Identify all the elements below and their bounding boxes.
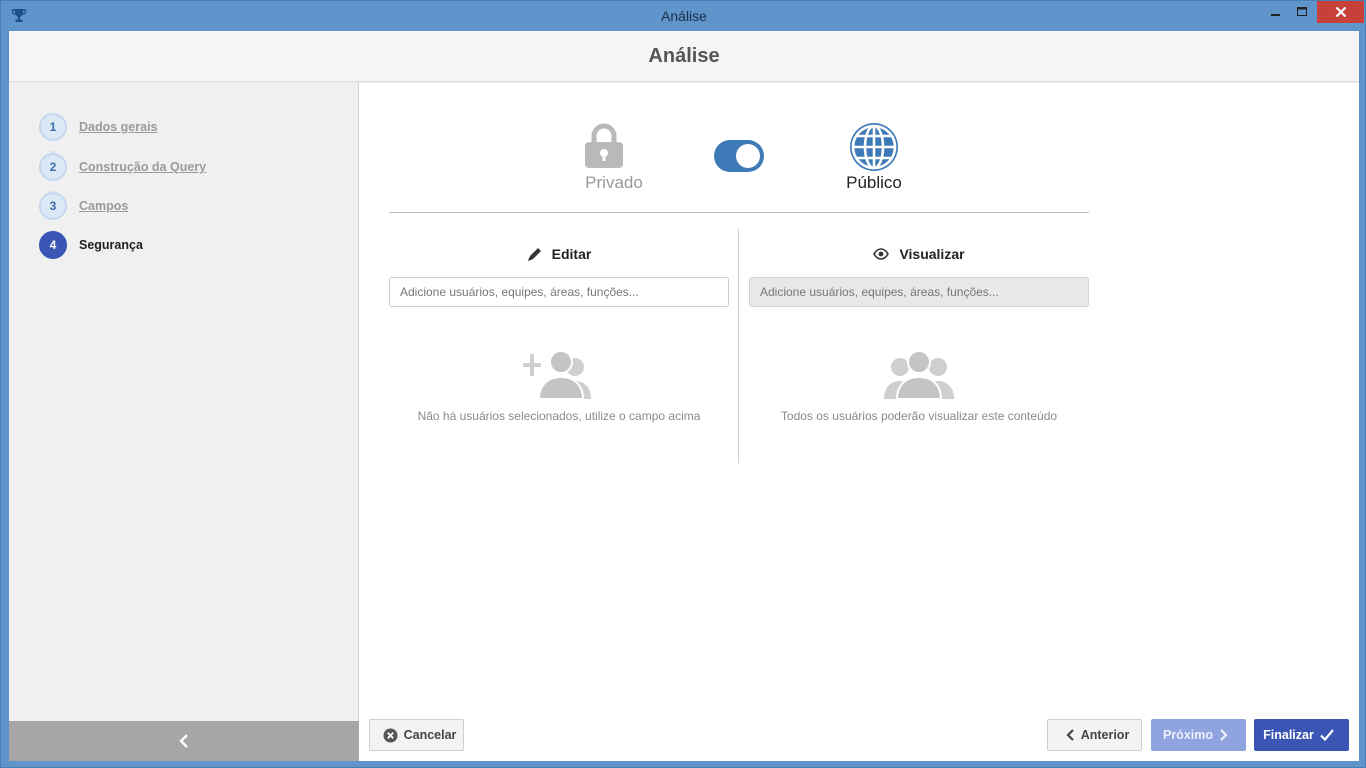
app-window: Análise Análise 1 Dados gerais 2 Constru…: [0, 0, 1366, 768]
chevron-right-icon: [1220, 729, 1228, 741]
maximize-button[interactable]: [1289, 1, 1315, 23]
chevron-left-icon: [179, 734, 188, 748]
edit-permissions-panel: Editar Não há usuários selecionados, uti…: [389, 229, 729, 423]
step-number: 2: [39, 153, 67, 181]
next-button[interactable]: Próximo: [1151, 719, 1246, 751]
step-number: 1: [39, 113, 67, 141]
pencil-icon: [527, 247, 541, 261]
checkmark-icon: [1320, 729, 1334, 741]
view-heading: Visualizar: [749, 243, 1089, 265]
edit-users-input[interactable]: [389, 277, 729, 307]
finish-label: Finalizar: [1263, 728, 1314, 742]
cancel-circle-icon: [383, 728, 398, 742]
edit-empty-text: Não há usuários selecionados, utilize o …: [417, 409, 701, 423]
users-icon: [884, 350, 954, 400]
cancel-label: Cancelar: [403, 728, 457, 742]
page-title: Análise: [648, 45, 720, 67]
page-header: Análise: [9, 31, 1359, 82]
edit-heading-label: Editar: [551, 246, 592, 262]
previous-button[interactable]: Anterior: [1047, 719, 1142, 751]
main-panel: Privado Público Editar Adicione usuários…: [360, 83, 1359, 761]
next-label: Próximo: [1162, 728, 1213, 742]
close-icon: [1335, 6, 1346, 18]
view-users-input: [749, 277, 1089, 307]
minimize-icon: [1271, 14, 1280, 16]
close-button[interactable]: [1317, 1, 1364, 23]
wizard-sidebar: 1 Dados gerais 2 Construção da Query 3 C…: [9, 83, 359, 761]
cancel-button[interactable]: Cancelar: [369, 719, 464, 751]
view-heading-label: Visualizar: [899, 246, 965, 262]
step-number: 4: [39, 231, 67, 259]
privacy-toggle[interactable]: [714, 140, 764, 172]
chevron-left-icon: [1066, 729, 1074, 741]
panel-divider: [738, 229, 739, 463]
privacy-section: Privado Público: [389, 83, 1089, 213]
client-area: Análise 1 Dados gerais 2 Construção da Q…: [9, 31, 1359, 761]
add-users-icon: [523, 350, 591, 400]
sidebar-collapse-button[interactable]: [9, 721, 359, 761]
step-label[interactable]: Construção da Query: [79, 160, 206, 174]
window-title: Análise: [661, 8, 707, 24]
finish-button[interactable]: Finalizar: [1254, 719, 1349, 751]
view-empty-text: Todos os usuários poderão visualizar est…: [780, 409, 1058, 423]
minimize-button[interactable]: [1263, 1, 1289, 23]
step-construcao-query[interactable]: 2 Construção da Query: [39, 153, 206, 181]
title-bar[interactable]: Análise: [1, 1, 1366, 31]
previous-label: Anterior: [1080, 728, 1130, 742]
step-label: Segurança: [79, 238, 143, 252]
step-campos[interactable]: 3 Campos: [39, 192, 128, 220]
step-dados-gerais[interactable]: 1 Dados gerais: [39, 113, 158, 141]
globe-icon: [850, 123, 898, 171]
lock-icon: [585, 123, 623, 168]
public-label: Público: [846, 173, 902, 192]
edit-heading: Editar: [389, 243, 729, 265]
maximize-icon: [1297, 7, 1307, 16]
view-permissions-panel: Visualizar Todos os usuários poderão vis…: [749, 229, 1089, 423]
eye-icon: [873, 248, 890, 260]
step-label[interactable]: Campos: [79, 199, 128, 213]
step-label[interactable]: Dados gerais: [79, 120, 158, 134]
toggle-knob: [736, 144, 760, 168]
private-label: Privado: [585, 173, 643, 192]
step-seguranca[interactable]: 4 Segurança: [39, 231, 143, 259]
step-number: 3: [39, 192, 67, 220]
